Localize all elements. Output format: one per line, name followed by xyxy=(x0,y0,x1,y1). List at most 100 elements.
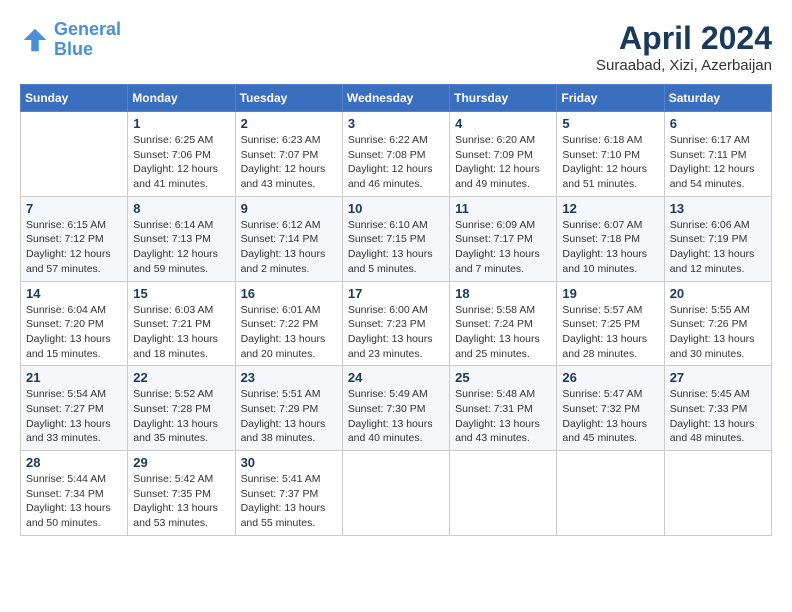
calendar-cell xyxy=(342,451,449,536)
calendar-cell: 12 Sunrise: 6:07 AM Sunset: 7:18 PM Dayli… xyxy=(557,196,664,281)
day-number: 5 xyxy=(562,116,658,131)
calendar-week-row: 14Sunrise: 6:04 AM Sunset: 7:20 PM Dayli… xyxy=(21,281,772,366)
calendar-cell: 9Sunrise: 6:12 AM Sunset: 7:14 PM Daylig… xyxy=(235,196,342,281)
day-info: Sunrise: 5:47 AM Sunset: 7:32 PM Dayligh… xyxy=(562,387,658,446)
calendar-cell: 16 Sunrise: 6:01 AM Sunset: 7:22 PM Dayli… xyxy=(235,281,342,366)
calendar-cell: 11 Sunrise: 6:09 AM Sunset: 7:17 PM Dayli… xyxy=(450,196,557,281)
day-info: Sunrise: 6:10 AM Sunset: 7:15 PM Dayligh… xyxy=(348,218,444,277)
calendar-week-row: 28 Sunrise: 5:44 AM Sunset: 7:34 PM Dayli… xyxy=(21,451,772,536)
day-number: 28 xyxy=(26,455,122,470)
day-info: Sunrise: 5:52 AM Sunset: 7:28 PM Dayligh… xyxy=(133,387,229,446)
day-number: 6 xyxy=(670,116,766,131)
day-number: 22 xyxy=(133,370,229,385)
day-info: Sunrise: 5:54 AM Sunset: 7:27 PM Dayligh… xyxy=(26,387,122,446)
calendar-cell: 1 Sunrise: 6:25 AM Sunset: 7:06 PM Daylig… xyxy=(128,112,235,197)
calendar-cell: 6 Sunrise: 6:17 AM Sunset: 7:11 PM Daylig… xyxy=(664,112,771,197)
logo-icon xyxy=(20,25,50,55)
day-number: 3 xyxy=(348,116,444,131)
calendar-week-row: 1 Sunrise: 6:25 AM Sunset: 7:06 PM Daylig… xyxy=(21,112,772,197)
day-number: 29 xyxy=(133,455,229,470)
day-info: Sunrise: 5:44 AM Sunset: 7:34 PM Dayligh… xyxy=(26,472,122,531)
day-number: 17 xyxy=(348,286,444,301)
day-number: 15 xyxy=(133,286,229,301)
weekday-header-thursday: Thursday xyxy=(450,85,557,112)
calendar-cell: 10 Sunrise: 6:10 AM Sunset: 7:15 PM Dayli… xyxy=(342,196,449,281)
calendar-week-row: 21 Sunrise: 5:54 AM Sunset: 7:27 PM Dayli… xyxy=(21,366,772,451)
day-number: 12 xyxy=(562,201,658,216)
calendar-cell: 7 Sunrise: 6:15 AM Sunset: 7:12 PM Daylig… xyxy=(21,196,128,281)
calendar-cell: 3 Sunrise: 6:22 AM Sunset: 7:08 PM Daylig… xyxy=(342,112,449,197)
calendar-cell: 24Sunrise: 5:49 AM Sunset: 7:30 PM Dayli… xyxy=(342,366,449,451)
calendar-cell: 15 Sunrise: 6:03 AM Sunset: 7:21 PM Dayli… xyxy=(128,281,235,366)
day-number: 7 xyxy=(26,201,122,216)
calendar-cell xyxy=(557,451,664,536)
day-number: 27 xyxy=(670,370,766,385)
day-info: Sunrise: 5:41 AM Sunset: 7:37 PM Dayligh… xyxy=(241,472,337,531)
weekday-header-wednesday: Wednesday xyxy=(342,85,449,112)
weekday-header-friday: Friday xyxy=(557,85,664,112)
calendar-cell: 22 Sunrise: 5:52 AM Sunset: 7:28 PM Dayli… xyxy=(128,366,235,451)
day-info: Sunrise: 6:18 AM Sunset: 7:10 PM Dayligh… xyxy=(562,133,658,192)
day-number: 21 xyxy=(26,370,122,385)
calendar-cell: 2 Sunrise: 6:23 AM Sunset: 7:07 PM Daylig… xyxy=(235,112,342,197)
day-info: Sunrise: 5:51 AM Sunset: 7:29 PM Dayligh… xyxy=(241,387,337,446)
day-info: Sunrise: 6:15 AM Sunset: 7:12 PM Dayligh… xyxy=(26,218,122,277)
location: Suraabad, Xizi, Azerbaijan xyxy=(596,57,772,74)
logo: General Blue xyxy=(20,20,121,60)
calendar-week-row: 7 Sunrise: 6:15 AM Sunset: 7:12 PM Daylig… xyxy=(21,196,772,281)
calendar-cell xyxy=(21,112,128,197)
day-number: 30 xyxy=(241,455,337,470)
day-info: Sunrise: 5:48 AM Sunset: 7:31 PM Dayligh… xyxy=(455,387,551,446)
day-number: 4 xyxy=(455,116,551,131)
day-info: Sunrise: 6:22 AM Sunset: 7:08 PM Dayligh… xyxy=(348,133,444,192)
day-number: 25 xyxy=(455,370,551,385)
day-info: Sunrise: 6:17 AM Sunset: 7:11 PM Dayligh… xyxy=(670,133,766,192)
day-number: 13 xyxy=(670,201,766,216)
day-info: Sunrise: 6:12 AM Sunset: 7:14 PM Dayligh… xyxy=(241,218,337,277)
header: General Blue April 2024 Suraabad, Xizi, … xyxy=(20,20,772,74)
day-info: Sunrise: 5:58 AM Sunset: 7:24 PM Dayligh… xyxy=(455,303,551,362)
day-number: 10 xyxy=(348,201,444,216)
day-number: 1 xyxy=(133,116,229,131)
weekday-header-row: SundayMondayTuesdayWednesdayThursdayFrid… xyxy=(21,85,772,112)
day-number: 14 xyxy=(26,286,122,301)
day-number: 11 xyxy=(455,201,551,216)
calendar-cell: 25 Sunrise: 5:48 AM Sunset: 7:31 PM Dayli… xyxy=(450,366,557,451)
calendar-cell: 20 Sunrise: 5:55 AM Sunset: 7:26 PM Dayli… xyxy=(664,281,771,366)
calendar-cell: 21 Sunrise: 5:54 AM Sunset: 7:27 PM Dayli… xyxy=(21,366,128,451)
day-info: Sunrise: 6:06 AM Sunset: 7:19 PM Dayligh… xyxy=(670,218,766,277)
day-number: 24 xyxy=(348,370,444,385)
calendar-cell: 8 Sunrise: 6:14 AM Sunset: 7:13 PM Daylig… xyxy=(128,196,235,281)
day-number: 8 xyxy=(133,201,229,216)
calendar-cell: 27Sunrise: 5:45 AM Sunset: 7:33 PM Dayli… xyxy=(664,366,771,451)
day-info: Sunrise: 6:25 AM Sunset: 7:06 PM Dayligh… xyxy=(133,133,229,192)
month-year: April 2024 xyxy=(596,20,772,57)
day-info: Sunrise: 6:14 AM Sunset: 7:13 PM Dayligh… xyxy=(133,218,229,277)
day-number: 26 xyxy=(562,370,658,385)
day-info: Sunrise: 5:57 AM Sunset: 7:25 PM Dayligh… xyxy=(562,303,658,362)
calendar-cell: 18 Sunrise: 5:58 AM Sunset: 7:24 PM Dayli… xyxy=(450,281,557,366)
logo-line1: General xyxy=(54,19,121,39)
day-number: 16 xyxy=(241,286,337,301)
calendar-cell: 19 Sunrise: 5:57 AM Sunset: 7:25 PM Dayli… xyxy=(557,281,664,366)
day-number: 23 xyxy=(241,370,337,385)
day-info: Sunrise: 6:01 AM Sunset: 7:22 PM Dayligh… xyxy=(241,303,337,362)
day-number: 18 xyxy=(455,286,551,301)
calendar-cell xyxy=(450,451,557,536)
calendar-table: SundayMondayTuesdayWednesdayThursdayFrid… xyxy=(20,84,772,536)
logo-text: General Blue xyxy=(54,20,121,60)
day-info: Sunrise: 6:03 AM Sunset: 7:21 PM Dayligh… xyxy=(133,303,229,362)
day-info: Sunrise: 6:20 AM Sunset: 7:09 PM Dayligh… xyxy=(455,133,551,192)
day-info: Sunrise: 6:07 AM Sunset: 7:18 PM Dayligh… xyxy=(562,218,658,277)
calendar-cell: 28 Sunrise: 5:44 AM Sunset: 7:34 PM Dayli… xyxy=(21,451,128,536)
day-number: 2 xyxy=(241,116,337,131)
calendar-cell xyxy=(664,451,771,536)
day-info: Sunrise: 5:42 AM Sunset: 7:35 PM Dayligh… xyxy=(133,472,229,531)
day-info: Sunrise: 5:55 AM Sunset: 7:26 PM Dayligh… xyxy=(670,303,766,362)
day-info: Sunrise: 6:23 AM Sunset: 7:07 PM Dayligh… xyxy=(241,133,337,192)
day-info: Sunrise: 6:09 AM Sunset: 7:17 PM Dayligh… xyxy=(455,218,551,277)
day-number: 20 xyxy=(670,286,766,301)
title-area: April 2024 Suraabad, Xizi, Azerbaijan xyxy=(596,20,772,74)
day-number: 19 xyxy=(562,286,658,301)
day-info: Sunrise: 6:00 AM Sunset: 7:23 PM Dayligh… xyxy=(348,303,444,362)
